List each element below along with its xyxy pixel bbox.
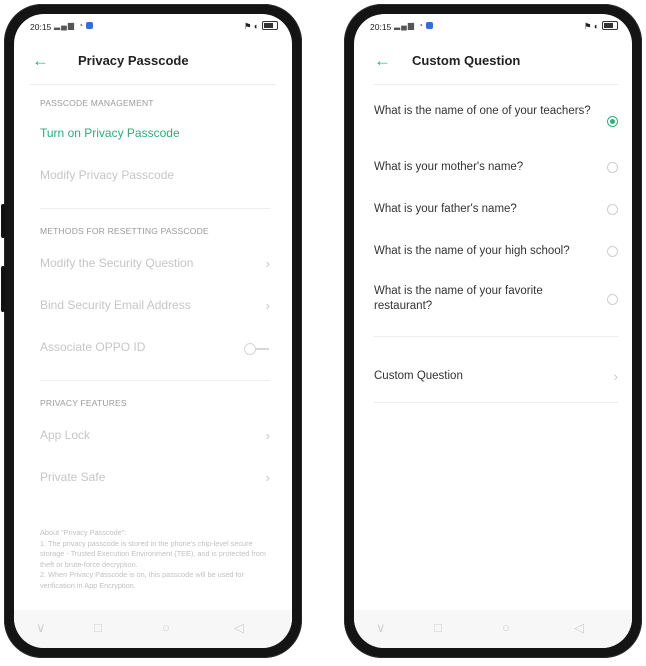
associate-oppo-id-toggle[interactable] (244, 343, 270, 355)
chevron-right-icon: › (265, 298, 270, 313)
navigation-bar: ∨ □ ○ ◁ (354, 610, 632, 648)
home-icon[interactable]: ○ (502, 620, 510, 635)
phone-left: 20:15 ▂▄▆ ◔ ⚑ ◐ ← Privacy Passcode PASSC… (1, 4, 302, 658)
turn-on-passcode-item[interactable]: Turn on Privacy Passcode (40, 126, 270, 146)
back-icon[interactable]: ◁ (234, 620, 244, 636)
private-safe-label: Private Safe (40, 470, 106, 484)
chevron-right-icon: › (265, 428, 270, 443)
chevron-right-icon: › (265, 256, 270, 271)
app-notification-icon (426, 22, 434, 29)
back-arrow-icon[interactable]: ← (32, 50, 49, 72)
modify-passcode-label: Modify Privacy Passcode (40, 168, 175, 182)
divider (40, 380, 270, 381)
about-title: About "Privacy Passcode": (40, 528, 127, 537)
back-icon[interactable]: ◁ (574, 620, 584, 636)
turn-on-passcode-label: Turn on Privacy Passcode (40, 126, 180, 140)
section-resetting-methods: METHODS FOR RESETTING PASSCODE (40, 226, 209, 236)
custom-question-label: Custom Question (374, 370, 463, 382)
modify-passcode-item[interactable]: Modify Privacy Passcode (40, 168, 270, 188)
navigation-bar: ∨ □ ○ ◁ (14, 610, 292, 648)
status-time: 20:15 (370, 22, 392, 32)
section-passcode-management: PASSCODE MANAGEMENT (40, 98, 154, 108)
status-right: ⚑ ◐ (584, 21, 618, 32)
phone-right: 20:15 ▂▄▆ ◔ ⚑ ◐ ← Custom Question What i… (344, 4, 642, 658)
recents-icon[interactable]: □ (94, 620, 102, 635)
home-icon[interactable]: ○ (162, 620, 170, 635)
recents-icon[interactable]: □ (434, 620, 442, 635)
radio-unselected[interactable] (607, 294, 618, 305)
custom-question-item[interactable]: Custom Question › (374, 369, 618, 384)
divider (374, 402, 618, 403)
divider (374, 336, 618, 337)
privacy-passcode-screen: 20:15 ▂▄▆ ◔ ⚑ ◐ ← Privacy Passcode PASSC… (14, 14, 292, 648)
status-time: 20:15 (30, 22, 52, 32)
about-point-1: 1. The privacy passcode is stored in the… (40, 538, 266, 569)
question-text: What is your mother's name? (374, 161, 524, 173)
radio-unselected[interactable] (607, 162, 618, 173)
back-arrow-icon[interactable]: ← (374, 50, 391, 72)
question-text: What is the name of your high school? (374, 245, 570, 257)
volume-button-down (1, 266, 5, 312)
app-lock-item[interactable]: App Lock › (40, 428, 270, 448)
bind-email-item[interactable]: Bind Security Email Address › (40, 298, 270, 318)
status-right: ⚑ ◐ (244, 21, 278, 32)
question-text: What is your father's name? (374, 203, 517, 215)
menu-chevron-icon[interactable]: ∨ (376, 620, 386, 636)
divider (40, 208, 270, 209)
question-text: What is the name of your favorite restau… (374, 285, 543, 312)
about-point-2: 2. When Privacy Passcode is on, this pas… (40, 570, 245, 590)
volume-button (1, 204, 5, 238)
section-privacy-features: PRIVACY FEATURES (40, 398, 127, 408)
page-header: ← Privacy Passcode (14, 48, 292, 78)
question-option[interactable]: What is your mother's name? (374, 160, 618, 175)
battery-icon (262, 21, 278, 30)
signal-icon: ▂▄▆ ◔ (394, 21, 434, 30)
header-divider (374, 84, 618, 85)
chevron-right-icon: › (265, 470, 270, 485)
question-option[interactable]: What is the name of your favorite restau… (374, 284, 618, 314)
question-option[interactable]: What is the name of your high school? (374, 244, 618, 259)
status-bar: 20:15 ▂▄▆ ◔ ⚑ ◐ (354, 14, 632, 38)
app-lock-label: App Lock (40, 428, 91, 442)
custom-question-screen: 20:15 ▂▄▆ ◔ ⚑ ◐ ← Custom Question What i… (354, 14, 632, 648)
private-safe-item[interactable]: Private Safe › (40, 470, 270, 490)
status-right-icons: ⚑ ◐ (583, 21, 599, 31)
chevron-right-icon: › (613, 369, 618, 384)
radio-unselected[interactable] (607, 204, 618, 215)
status-right-icons: ⚑ ◐ (243, 21, 259, 31)
header-divider (30, 84, 276, 85)
question-text: What is the name of one of your teachers… (374, 105, 591, 117)
security-question-item[interactable]: Modify the Security Question › (40, 256, 270, 276)
radio-selected[interactable] (607, 116, 618, 127)
toggle-track (255, 348, 269, 350)
associate-oppo-id-item: Associate OPPO ID (40, 340, 270, 360)
question-option[interactable]: What is the name of one of your teachers… (374, 104, 618, 127)
associate-oppo-id-label: Associate OPPO ID (40, 340, 146, 354)
question-option[interactable]: What is your father's name? (374, 202, 618, 217)
battery-icon (602, 21, 618, 30)
radio-unselected[interactable] (607, 246, 618, 257)
security-question-label: Modify the Security Question (40, 256, 194, 270)
page-title: Custom Question (412, 53, 521, 68)
menu-chevron-icon[interactable]: ∨ (36, 620, 46, 636)
about-note: About "Privacy Passcode": 1. The privacy… (40, 528, 270, 592)
bind-email-label: Bind Security Email Address (40, 298, 191, 312)
app-notification-icon (86, 22, 94, 29)
status-bar: 20:15 ▂▄▆ ◔ ⚑ ◐ (14, 14, 292, 38)
signal-icon: ▂▄▆ ◔ (54, 21, 94, 30)
page-title: Privacy Passcode (78, 53, 189, 68)
page-header: ← Custom Question (354, 48, 632, 78)
